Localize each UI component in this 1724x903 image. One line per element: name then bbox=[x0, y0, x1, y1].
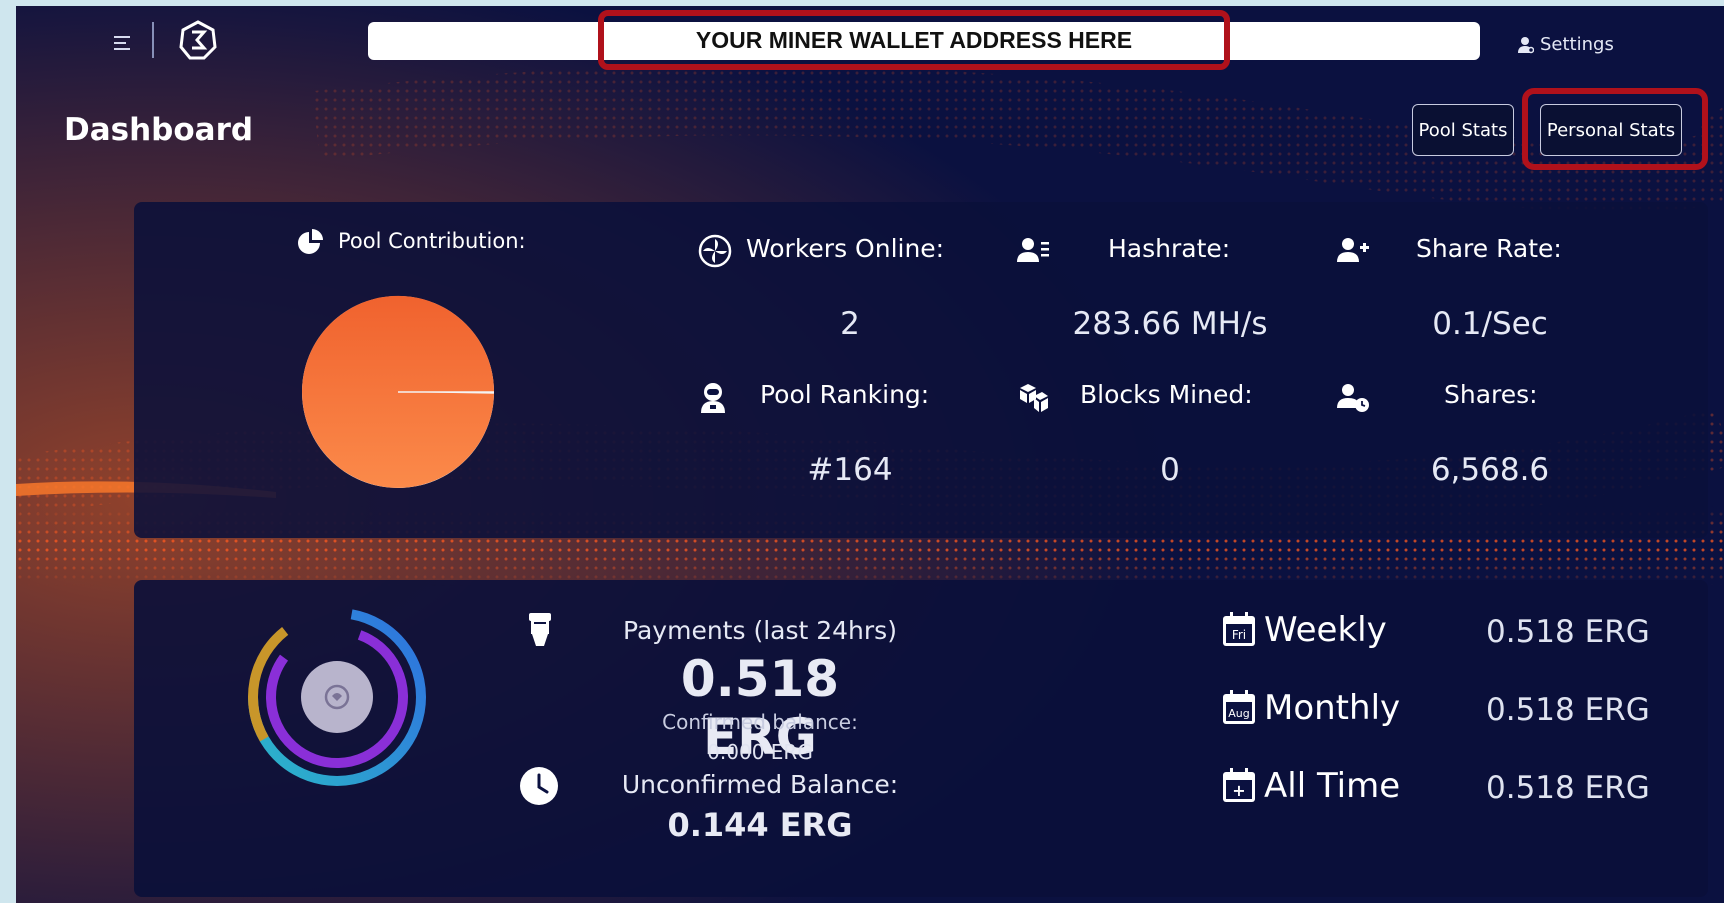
blocks-mined-value: 0 bbox=[1160, 452, 1180, 488]
svg-text:+: + bbox=[1232, 781, 1245, 800]
personal-stats-highlight-annotation bbox=[1522, 88, 1708, 170]
period-row-weekly: Fri Weekly bbox=[1222, 608, 1387, 652]
period-value-monthly: 0.518 ERG bbox=[1486, 692, 1650, 728]
unconfirmed-balance-value: 0.144 ERG bbox=[667, 806, 853, 844]
pool-contribution-heading: Pool Contribution: bbox=[296, 226, 526, 256]
confirmed-balance-label: Confirmed balance: bbox=[662, 710, 858, 734]
period-label-monthly: Monthly bbox=[1264, 688, 1401, 728]
tab-pool-stats[interactable]: Pool Stats bbox=[1412, 104, 1514, 156]
svg-text:Fri: Fri bbox=[1232, 628, 1246, 642]
period-value-weekly: 0.518 ERG bbox=[1486, 614, 1650, 650]
wallet-highlight-annotation bbox=[598, 10, 1230, 70]
page-title: Dashboard bbox=[64, 112, 254, 148]
period-row-all-time: + All Time bbox=[1222, 764, 1400, 808]
calendar-fri-icon: Fri bbox=[1223, 612, 1255, 646]
clock-icon bbox=[520, 767, 558, 805]
pool-ranking-label: Pool Ranking: bbox=[760, 380, 930, 409]
ergo-logo-icon[interactable] bbox=[178, 20, 218, 60]
cubes-icon bbox=[1020, 384, 1048, 412]
user-gear-icon bbox=[1518, 36, 1534, 53]
share-rate-label: Share Rate: bbox=[1416, 234, 1562, 263]
user-clock-icon bbox=[1337, 384, 1369, 412]
pie-chart-icon bbox=[298, 229, 323, 254]
share-rate-value: 0.1/Sec bbox=[1432, 306, 1548, 342]
fan-icon bbox=[698, 234, 732, 268]
menu-icon[interactable] bbox=[112, 32, 134, 54]
user-plus-icon bbox=[1337, 238, 1369, 262]
period-row-monthly: Aug Monthly bbox=[1222, 686, 1400, 730]
workers-online-value: 2 bbox=[840, 306, 860, 342]
payments-label: Payments (last 24hrs) bbox=[623, 616, 897, 645]
settings-link[interactable]: Settings bbox=[1518, 34, 1614, 55]
pool-contribution-label: Pool Contribution: bbox=[338, 229, 526, 253]
svg-text:Aug: Aug bbox=[1228, 707, 1249, 720]
calendar-aug-icon: Aug bbox=[1223, 690, 1255, 724]
header-divider bbox=[152, 22, 154, 58]
period-value-all-time: 0.518 ERG bbox=[1486, 770, 1650, 806]
period-label-weekly: Weekly bbox=[1264, 610, 1387, 650]
hashrate-label: Hashrate: bbox=[1108, 234, 1231, 263]
hashrate-value: 283.66 MH/s bbox=[1072, 306, 1268, 342]
money-hand-icon bbox=[529, 613, 551, 646]
pool-contribution-pie bbox=[302, 295, 495, 488]
workers-online-label: Workers Online: bbox=[746, 234, 945, 263]
pool-ranking-value: #164 bbox=[807, 452, 893, 488]
unconfirmed-balance-label: Unconfirmed Balance: bbox=[621, 770, 899, 799]
astronaut-icon bbox=[701, 383, 725, 413]
calendar-plus-icon: + bbox=[1223, 768, 1255, 802]
shares-label: Shares: bbox=[1444, 380, 1538, 409]
settings-label: Settings bbox=[1540, 34, 1614, 55]
balance-rings-graphic bbox=[248, 608, 426, 786]
user-list-icon bbox=[1017, 238, 1049, 262]
confirmed-balance-value: 0.000 ERG bbox=[707, 740, 813, 764]
period-label-all-time: All Time bbox=[1264, 766, 1401, 806]
blocks-mined-label: Blocks Mined: bbox=[1080, 380, 1253, 409]
shares-value: 6,568.6 bbox=[1430, 452, 1550, 488]
